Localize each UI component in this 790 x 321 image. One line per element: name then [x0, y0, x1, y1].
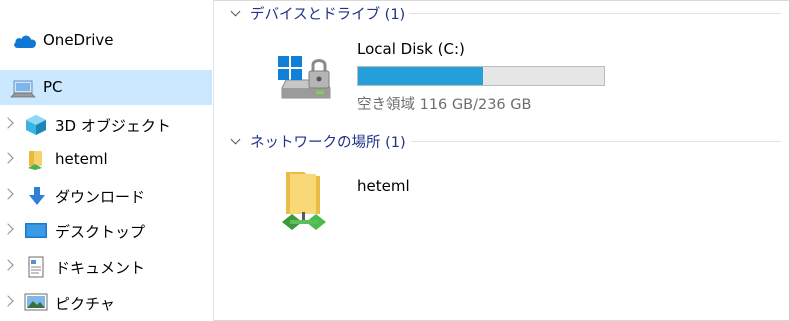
nav-item-documents[interactable]: ドキュメント	[0, 249, 212, 284]
3d-objects-icon	[24, 114, 48, 136]
nav-item-pictures[interactable]: ピクチャ	[0, 285, 212, 320]
network-folder-icon	[276, 168, 336, 238]
nav-item-heteml[interactable]: heteml	[0, 142, 212, 177]
nav-label-downloads: ダウンロード	[55, 188, 146, 206]
nav-item-pc[interactable]: PC	[0, 70, 212, 105]
onedrive-cloud-icon	[12, 32, 36, 54]
nav-label-desktop: デスクトップ	[55, 223, 146, 241]
nav-label-pictures: ピクチャ	[55, 295, 115, 313]
nav-item-downloads[interactable]: ダウンロード	[0, 178, 212, 213]
network-folder-icon	[26, 149, 50, 171]
nav-label-heteml: heteml	[55, 150, 108, 168]
content-pane: デバイスとドライブ (1) Local Disk (C:) 空き領域 116 G…	[214, 0, 790, 321]
drive-name: Local Disk (C:)	[357, 40, 465, 58]
nav-item-onedrive[interactable]: OneDrive	[0, 23, 212, 58]
network-location-tile-heteml[interactable]: heteml	[214, 150, 634, 240]
drive-usage-bar	[357, 66, 605, 86]
nav-label-pc: PC	[43, 78, 63, 96]
expand-chevron-icon[interactable]	[2, 259, 14, 271]
network-location-name: heteml	[357, 177, 410, 195]
pc-icon	[10, 79, 36, 101]
navigation-pane: OneDrive PC 3D オブジェクト heteml ダウンロード デスクト…	[0, 0, 214, 321]
nav-label-onedrive: OneDrive	[43, 31, 114, 49]
group-title-network: ネットワークの場所 (1)	[250, 134, 406, 151]
locked-drive-icon	[276, 50, 336, 112]
drive-usage-fill	[358, 67, 484, 85]
collapse-chevron-icon[interactable]	[230, 134, 241, 144]
nav-item-desktop[interactable]: デスクトップ	[0, 213, 212, 248]
expand-chevron-icon[interactable]	[2, 152, 14, 164]
expand-chevron-icon[interactable]	[2, 295, 14, 307]
expand-chevron-icon[interactable]	[2, 188, 14, 200]
expand-chevron-icon[interactable]	[2, 117, 14, 129]
nav-label-documents: ドキュメント	[55, 259, 146, 277]
drive-free-space: 空き領域 116 GB/236 GB	[357, 97, 532, 113]
pictures-icon	[24, 292, 48, 314]
group-header-network[interactable]: ネットワークの場所 (1)	[228, 131, 406, 151]
nav-item-3d-objects[interactable]: 3D オブジェクト	[0, 107, 212, 142]
desktop-icon	[24, 220, 48, 242]
download-arrow-icon	[26, 185, 50, 207]
drive-tile-c[interactable]: Local Disk (C:) 空き領域 116 GB/236 GB	[214, 0, 634, 120]
expand-chevron-icon[interactable]	[2, 223, 14, 235]
nav-label-3d-objects: 3D オブジェクト	[55, 117, 171, 135]
group-divider	[411, 141, 781, 142]
documents-icon	[26, 256, 50, 278]
